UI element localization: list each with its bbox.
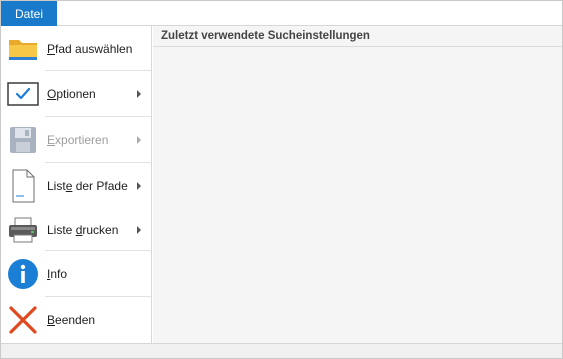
info-icon: [7, 258, 39, 290]
menu-item-label: Liste der Pfade: [47, 179, 128, 193]
menu-item-label: Beenden: [47, 313, 96, 327]
menu-item-exit[interactable]: Beenden: [1, 297, 151, 343]
folder-icon: [7, 33, 39, 65]
floppy-disk-icon: [7, 124, 39, 156]
submenu-arrow-icon: [137, 226, 141, 234]
menu-item-options[interactable]: Optionen: [1, 71, 151, 117]
content-header: Zuletzt verwendete Sucheinstellungen: [153, 26, 562, 47]
file-tab[interactable]: Datei: [1, 1, 57, 26]
recent-search-settings-panel: Zuletzt verwendete Sucheinstellungen: [153, 26, 562, 343]
printer-icon: [7, 214, 39, 246]
menu-item-label: Liste drucken: [47, 223, 119, 237]
menu-item-print-list[interactable]: Liste drucken: [1, 207, 151, 253]
menu-item-label: Exportieren: [47, 133, 109, 147]
menu-item-label: Pfad auswählen: [47, 42, 133, 56]
application-window: Datei Pfad auswählen Optionen Exportiere…: [0, 0, 563, 359]
close-x-icon: [7, 304, 39, 336]
menu-item-export[interactable]: Exportieren: [1, 117, 151, 163]
submenu-arrow-icon: [137, 136, 141, 144]
menu-item-path-list[interactable]: Liste der Pfade: [1, 163, 151, 209]
file-menu-panel: Pfad auswählen Optionen Exportieren List…: [1, 26, 152, 343]
ribbon-bar: Datei: [1, 1, 562, 26]
submenu-arrow-icon: [137, 182, 141, 190]
submenu-arrow-icon: [137, 90, 141, 98]
document-icon: [7, 169, 39, 203]
status-bar: [1, 343, 562, 358]
menu-item-label: Info: [47, 267, 68, 281]
menu-item-label: Optionen: [47, 87, 96, 101]
checkmark-icon: [7, 78, 39, 110]
menu-item-select-path[interactable]: Pfad auswählen: [1, 26, 151, 72]
menu-item-info[interactable]: Info: [1, 251, 151, 297]
